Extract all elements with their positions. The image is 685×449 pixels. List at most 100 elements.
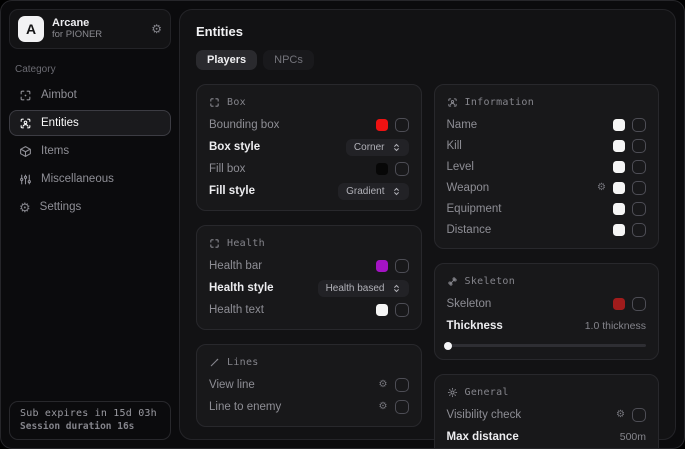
setting-label: View line	[209, 379, 255, 391]
skeleton-card: Skeleton Skeleton Thickness 1.0 thicknes…	[434, 263, 660, 360]
setting-row-line-to-enemy: Line to enemy ⚙	[209, 396, 409, 418]
color-swatch[interactable]	[613, 140, 625, 152]
package-icon	[19, 145, 32, 158]
dropdown-value: Gradient	[346, 186, 384, 197]
skeleton-checkbox[interactable]	[632, 297, 646, 311]
sidebar-item-miscellaneous[interactable]: Miscellaneous	[9, 166, 171, 192]
bone-icon	[447, 276, 458, 287]
setting-label: Skeleton	[447, 298, 492, 310]
box-style-dropdown[interactable]: Corner	[346, 139, 409, 156]
setting-row-health-text: Health text	[209, 299, 409, 321]
color-swatch[interactable]	[613, 182, 625, 194]
slider-handle[interactable]	[444, 342, 452, 350]
general-card: General Visibility check ⚙ Max distance …	[434, 374, 660, 449]
sub-expiry-text: Sub expires in 15d 03h	[20, 408, 160, 419]
color-swatch[interactable]	[613, 224, 625, 236]
setting-label: Box style	[209, 141, 260, 153]
health-text-checkbox[interactable]	[395, 303, 409, 317]
diagonal-line-icon	[209, 357, 220, 368]
view-line-checkbox[interactable]	[395, 378, 409, 392]
line-to-enemy-config-gear-icon[interactable]: ⚙	[379, 402, 388, 412]
equipment-checkbox[interactable]	[632, 202, 646, 216]
visibility-check-checkbox[interactable]	[632, 408, 646, 422]
setting-row-fill-style: Fill style Gradient	[209, 180, 409, 202]
thickness-slider[interactable]	[447, 344, 647, 347]
setting-row-equipment: Equipment	[447, 198, 647, 219]
sidebar-item-label: Entities	[41, 117, 79, 129]
brand-logo: A	[18, 16, 44, 42]
brand-card: A Arcane for PIONER ⚙	[9, 9, 171, 49]
fill-box-checkbox[interactable]	[395, 162, 409, 176]
color-swatch[interactable]	[376, 260, 388, 272]
color-swatch[interactable]	[613, 161, 625, 173]
setting-label: Visibility check	[447, 409, 522, 421]
setting-row-max-distance: Max distance 500m	[447, 426, 647, 448]
crosshair-icon	[19, 89, 32, 102]
setting-label: Fill box	[209, 163, 245, 175]
sliders-icon	[19, 173, 32, 186]
sidebar-item-items[interactable]: Items	[9, 138, 171, 164]
setting-row-level: Level	[447, 156, 647, 177]
visibility-config-gear-icon[interactable]: ⚙	[616, 410, 625, 420]
setting-label: Distance	[447, 224, 492, 236]
name-checkbox[interactable]	[632, 118, 646, 132]
setting-label: Health text	[209, 304, 264, 316]
setting-row-bounding-box: Bounding box	[209, 114, 409, 136]
card-title: Health	[227, 238, 265, 249]
card-title: Information	[465, 97, 535, 108]
color-swatch[interactable]	[376, 304, 388, 316]
bounding-box-checkbox[interactable]	[395, 118, 409, 132]
line-to-enemy-checkbox[interactable]	[395, 400, 409, 414]
tab-players[interactable]: Players	[196, 50, 257, 70]
color-swatch[interactable]	[613, 203, 625, 215]
person-scan-icon	[19, 117, 32, 130]
sidebar-item-aimbot[interactable]: Aimbot	[9, 82, 171, 108]
sidebar-item-label: Aimbot	[41, 89, 77, 101]
distance-checkbox[interactable]	[632, 223, 646, 237]
health-bar-checkbox[interactable]	[395, 259, 409, 273]
color-swatch[interactable]	[613, 298, 625, 310]
dropdown-value: Corner	[354, 142, 385, 153]
main-panel: Entities Players NPCs Box	[179, 9, 676, 440]
sun-icon	[447, 387, 458, 398]
app-window: A Arcane for PIONER ⚙ Category Aimbot	[0, 0, 685, 449]
frame-corners-icon	[209, 97, 220, 108]
setting-label: Kill	[447, 140, 462, 152]
setting-row-health-style: Health style Health based	[209, 277, 409, 299]
setting-row-kill: Kill	[447, 135, 647, 156]
color-swatch[interactable]	[376, 163, 388, 175]
max-distance-value: 500m	[620, 431, 646, 443]
weapon-checkbox[interactable]	[632, 181, 646, 195]
subscription-info-box: Sub expires in 15d 03h Session duration …	[9, 401, 171, 440]
setting-row-distance: Distance	[447, 219, 647, 240]
fill-style-dropdown[interactable]: Gradient	[338, 183, 408, 200]
color-swatch[interactable]	[376, 119, 388, 131]
brand-subtitle: for PIONER	[52, 30, 143, 41]
setting-label: Max distance	[447, 431, 519, 443]
brand-settings-gear-icon[interactable]: ⚙	[151, 23, 162, 35]
brand-title: Arcane	[52, 17, 143, 30]
health-card: Health Health bar Health style Health ba…	[196, 225, 422, 330]
setting-row-thickness: Thickness 1.0 thickness	[447, 315, 647, 337]
level-checkbox[interactable]	[632, 160, 646, 174]
setting-label: Equipment	[447, 203, 502, 215]
health-style-dropdown[interactable]: Health based	[318, 280, 409, 297]
color-swatch[interactable]	[613, 119, 625, 131]
setting-row-weapon: Weapon ⚙	[447, 177, 647, 198]
setting-label: Health style	[209, 282, 274, 294]
setting-label: Thickness	[447, 320, 503, 332]
sidebar-item-label: Settings	[40, 201, 82, 213]
setting-row-box-style: Box style Corner	[209, 136, 409, 158]
weapon-config-gear-icon[interactable]: ⚙	[597, 183, 606, 193]
setting-row-fill-box: Fill box	[209, 158, 409, 180]
setting-label: Line to enemy	[209, 401, 281, 413]
information-card: Information Name Kill	[434, 84, 660, 249]
sidebar-item-settings[interactable]: ⚙ Settings	[9, 194, 171, 220]
kill-checkbox[interactable]	[632, 139, 646, 153]
setting-row-name: Name	[447, 114, 647, 135]
category-label: Category	[15, 64, 165, 75]
session-duration-text: Session duration 16s	[20, 421, 160, 432]
tab-npcs[interactable]: NPCs	[263, 50, 314, 70]
view-line-config-gear-icon[interactable]: ⚙	[379, 380, 388, 390]
sidebar-item-entities[interactable]: Entities	[9, 110, 171, 136]
